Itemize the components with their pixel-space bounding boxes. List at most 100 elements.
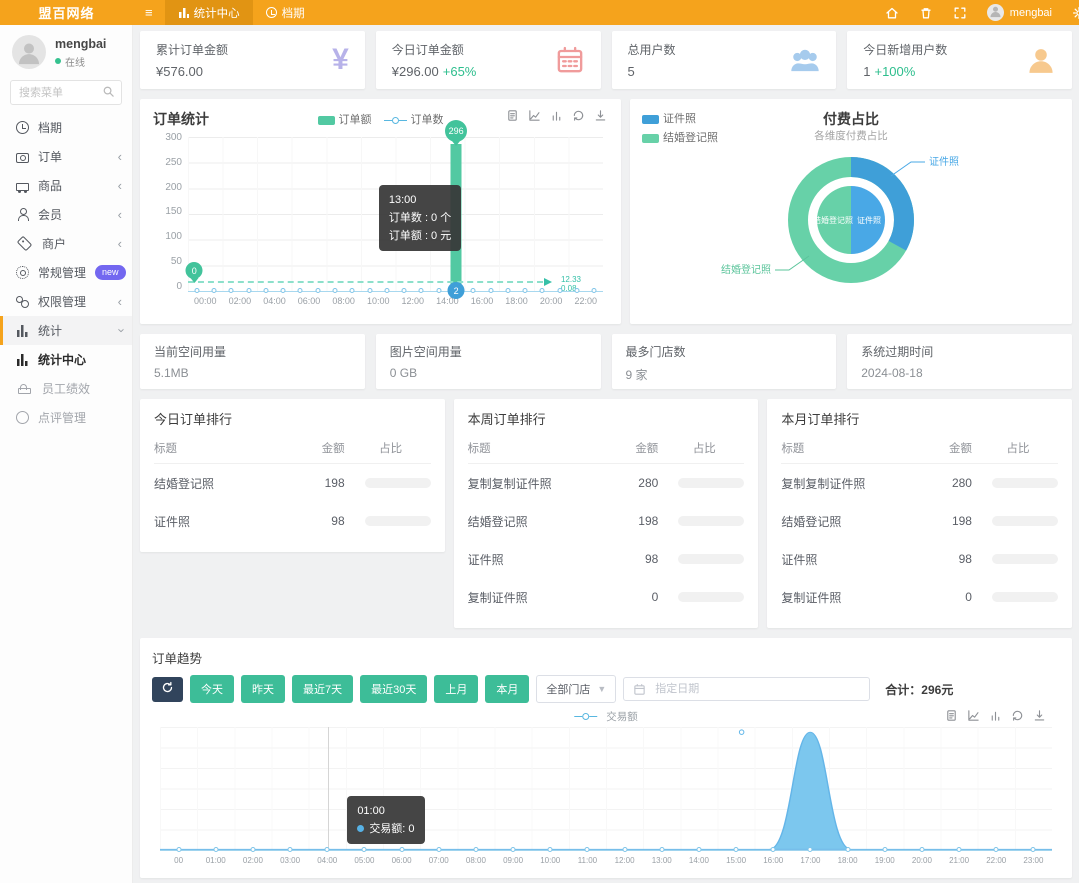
row-amount: 280 bbox=[612, 476, 664, 490]
tab-stats-center[interactable]: 统计中心 bbox=[165, 0, 253, 25]
table-row: 结婚登记照198 bbox=[781, 502, 1058, 540]
restore-icon[interactable] bbox=[1011, 709, 1024, 722]
x-tick: 04:00 bbox=[317, 856, 337, 865]
sidebar-item-schedule[interactable]: 档期 bbox=[0, 113, 132, 142]
row-share-bar bbox=[978, 554, 1058, 564]
filter-button-last-7-days[interactable]: 最近7天 bbox=[292, 675, 353, 703]
chevron-down-icon: ‹ bbox=[113, 328, 126, 332]
series-point bbox=[419, 288, 424, 293]
trend-legend[interactable]: 交易额 bbox=[574, 709, 638, 724]
hamburger-menu-icon[interactable]: ≡ bbox=[133, 5, 165, 20]
progress-track bbox=[678, 592, 744, 602]
order-count-line-points bbox=[188, 288, 603, 294]
row-title: 结婚登记照 bbox=[468, 513, 613, 530]
y-tick: 300 bbox=[165, 132, 182, 143]
avatar[interactable] bbox=[12, 35, 46, 69]
home-icon[interactable] bbox=[885, 6, 899, 20]
trend-plot: 01:00 交易额: 0 bbox=[160, 727, 1052, 850]
stat-card-label: 今日新增用户数 bbox=[863, 41, 947, 58]
search-icon[interactable] bbox=[102, 85, 115, 98]
col-amount-header: 金额 bbox=[612, 440, 664, 456]
filter-button-last-30-days[interactable]: 最近30天 bbox=[360, 675, 427, 703]
progress-track bbox=[678, 516, 744, 526]
series-point bbox=[263, 288, 268, 293]
series-point bbox=[882, 847, 887, 852]
sidebar-item-members[interactable]: 会员‹ bbox=[0, 200, 132, 229]
line-chart-icon[interactable] bbox=[967, 709, 980, 722]
stat-card-label: 今日订单金额 bbox=[392, 41, 477, 58]
save-image-icon[interactable] bbox=[1033, 709, 1046, 722]
y-tick: 50 bbox=[171, 256, 182, 267]
date-input[interactable] bbox=[653, 682, 860, 696]
trend-controls: 今天昨天最近7天最近30天上月本月 全部门店 ▼ 合计：296元 bbox=[152, 675, 1060, 703]
col-amount-header: 金额 bbox=[926, 440, 978, 456]
series-point bbox=[505, 288, 510, 293]
filter-button-yesterday[interactable]: 昨天 bbox=[241, 675, 285, 703]
date-picker bbox=[623, 677, 870, 701]
stat-card-value: 5 bbox=[628, 64, 676, 79]
x-tick: 20:00 bbox=[912, 856, 932, 865]
sidebar-item-stats-center[interactable]: 统计中心 bbox=[0, 345, 132, 374]
sidebar-item-products[interactable]: 商品‹ bbox=[0, 171, 132, 200]
start-value-pin: 0 bbox=[186, 262, 203, 279]
filter-button-last-month[interactable]: 上月 bbox=[434, 675, 478, 703]
info-card-value: 5.1MB bbox=[154, 366, 351, 380]
restore-icon[interactable] bbox=[572, 109, 585, 122]
filter-button-this-month[interactable]: 本月 bbox=[485, 675, 529, 703]
row-title: 证件照 bbox=[154, 513, 299, 530]
rank-table-header: 标题金额占比 bbox=[781, 436, 1058, 464]
row-amount: 198 bbox=[299, 476, 351, 490]
bar-chart-icon[interactable] bbox=[989, 709, 1002, 722]
row-title: 复制证件照 bbox=[468, 589, 613, 606]
order-chart-title: 订单统计 bbox=[153, 109, 209, 129]
new-badge: new bbox=[95, 265, 126, 280]
clock-icon bbox=[16, 121, 29, 134]
x-axis-labels: 00:0002:0004:0006:0008:0010:0012:0014:00… bbox=[188, 296, 603, 310]
sidebar-item-merchants[interactable]: 商户‹ bbox=[0, 229, 132, 258]
x-tick: 12:00 bbox=[402, 296, 425, 306]
sidebar-item-permission-management[interactable]: 权限管理‹ bbox=[0, 287, 132, 316]
pie-inner-label-right: 证件照 bbox=[857, 215, 881, 225]
x-axis-labels: 0001:0002:0003:0004:0005:0006:0007:0008:… bbox=[160, 856, 1052, 868]
filter-button-today[interactable]: 今天 bbox=[190, 675, 234, 703]
info-card-label: 图片空间用量 bbox=[390, 343, 587, 360]
trash-icon[interactable] bbox=[919, 6, 933, 20]
user-menu[interactable]: mengbai bbox=[987, 4, 1052, 21]
stat-card-value: ¥576.00 bbox=[156, 64, 228, 79]
stat-card-today-order-amount: 今日订单金额¥296.00+65% bbox=[376, 31, 601, 89]
x-tick: 08:00 bbox=[466, 856, 486, 865]
info-card-value: 0 GB bbox=[390, 366, 587, 380]
row-amount: 280 bbox=[926, 476, 978, 490]
tab-schedule[interactable]: 档期 bbox=[253, 0, 318, 25]
table-row: 证件照98 bbox=[781, 540, 1058, 578]
refresh-button[interactable] bbox=[152, 677, 183, 702]
series-point bbox=[1031, 847, 1036, 852]
sidebar-item-statistics[interactable]: 统计‹ bbox=[0, 316, 132, 345]
store-select[interactable]: 全部门店 ▼ bbox=[536, 675, 616, 703]
legend-swatch-green bbox=[318, 116, 335, 125]
sidebar-item-review-management[interactable]: 点评管理 bbox=[0, 403, 132, 432]
x-tick: 13:00 bbox=[652, 856, 672, 865]
row-title: 结婚登记照 bbox=[154, 475, 299, 492]
y-tick: 200 bbox=[165, 182, 182, 193]
bars-icon bbox=[178, 7, 189, 18]
donut-chart[interactable]: 结婚登记照 证件照 证件照 结婚登记照 bbox=[631, 123, 1071, 313]
x-tick: 03:00 bbox=[280, 856, 300, 865]
sidebar-item-general-management[interactable]: 常规管理new bbox=[0, 258, 132, 287]
legend-line-circle bbox=[574, 713, 597, 720]
gear-icon[interactable] bbox=[1072, 6, 1079, 20]
chart-tooltip: 01:00 交易额: 0 bbox=[347, 796, 424, 844]
col-title-header: 标题 bbox=[154, 440, 299, 456]
bar-chart-icon[interactable] bbox=[550, 109, 563, 122]
save-image-icon[interactable] bbox=[594, 109, 607, 122]
legend-order-count[interactable]: 订单数 bbox=[384, 111, 444, 127]
sidebar-item-label: 档期 bbox=[38, 119, 62, 136]
sidebar-item-staff-performance[interactable]: 员工绩效 bbox=[0, 374, 132, 403]
line-chart-icon[interactable] bbox=[528, 109, 541, 122]
sidebar-item-orders[interactable]: 订单‹ bbox=[0, 142, 132, 171]
legend-order-amount[interactable]: 订单额 bbox=[318, 111, 372, 127]
expand-icon[interactable] bbox=[953, 6, 967, 20]
x-tick: 21:00 bbox=[949, 856, 969, 865]
data-view-icon[interactable] bbox=[945, 709, 958, 722]
data-view-icon[interactable] bbox=[506, 109, 519, 122]
